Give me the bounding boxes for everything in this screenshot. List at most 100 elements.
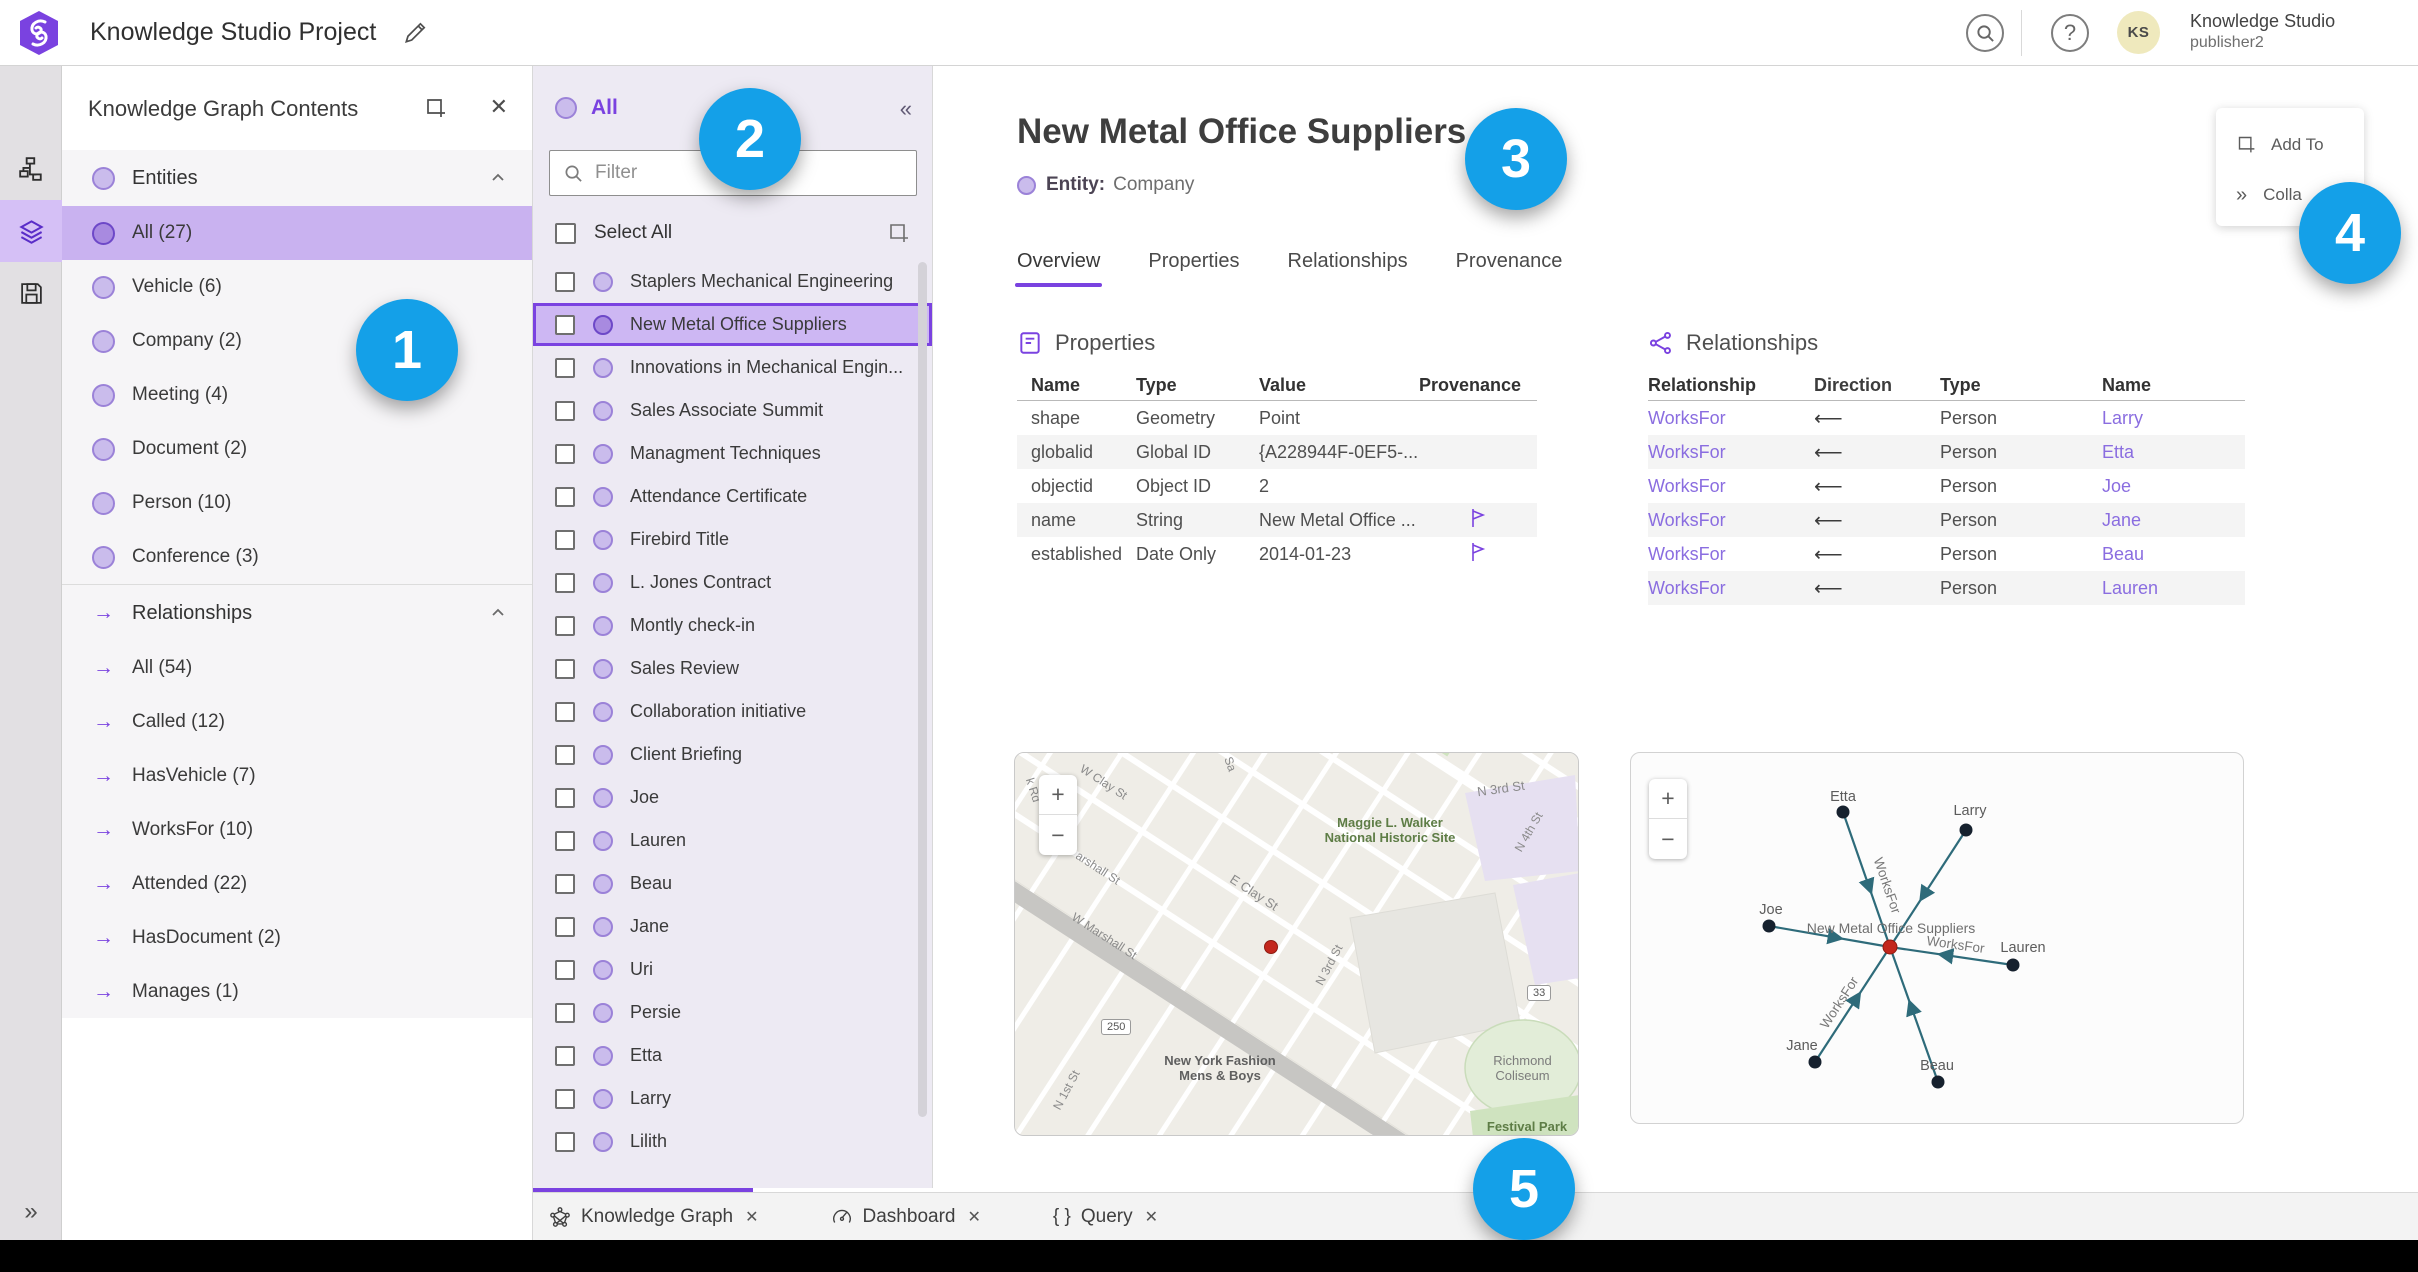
tab-relationships[interactable]: Relationships <box>1288 250 1408 287</box>
collapse-panel-button[interactable]: « <box>900 96 912 122</box>
item-checkbox[interactable] <box>555 615 575 636</box>
sidebar-item-relationship[interactable]: → Called (12) <box>62 695 532 749</box>
relationship-link[interactable]: WorksFor <box>1648 578 1814 599</box>
link-chart[interactable]: WorksFor WorksFor WorksFor Etta Larry Jo… <box>1630 752 2244 1124</box>
sidebar-item-entity[interactable]: Company (2) <box>62 314 532 368</box>
list-item[interactable]: Joe <box>533 776 932 819</box>
entity-link[interactable]: Lauren <box>2102 578 2245 599</box>
item-checkbox[interactable] <box>555 916 575 937</box>
item-checkbox[interactable] <box>555 443 575 464</box>
search-button[interactable] <box>1966 14 2004 52</box>
item-checkbox[interactable] <box>555 529 575 550</box>
list-item[interactable]: Innovations in Mechanical Engin... <box>533 346 932 389</box>
item-checkbox[interactable] <box>555 572 575 593</box>
list-item[interactable]: Staplers Mechanical Engineering <box>533 260 932 303</box>
entities-section-header[interactable]: Entities <box>62 150 532 206</box>
sidebar-item-relationship[interactable]: → HasDocument (2) <box>62 911 532 965</box>
relationships-section-header[interactable]: → Relationships <box>62 585 532 641</box>
list-item[interactable]: Managment Techniques <box>533 432 932 475</box>
tab-dashboard[interactable]: Dashboard ✕ <box>831 1206 981 1228</box>
close-tab-icon[interactable]: ✕ <box>745 1207 758 1227</box>
sidebar-item-relationship[interactable]: → Manages (1) <box>62 965 532 1019</box>
tab-query[interactable]: { } Query ✕ <box>1053 1206 1158 1228</box>
entity-link[interactable]: Larry <box>2102 408 2245 429</box>
list-item[interactable]: Collaboration initiative <box>533 690 932 733</box>
list-item[interactable]: Persie <box>533 991 932 1034</box>
item-checkbox[interactable] <box>555 959 575 980</box>
list-item[interactable]: Larry <box>533 1077 932 1120</box>
item-checkbox[interactable] <box>555 1131 575 1152</box>
zoom-out-button[interactable]: − <box>1649 819 1687 859</box>
sidebar-item-relationship[interactable]: → All (54) <box>62 641 532 695</box>
layers-tool-button[interactable] <box>0 200 62 262</box>
list-item[interactable]: Sales Review <box>533 647 932 690</box>
tab-properties[interactable]: Properties <box>1148 250 1239 287</box>
zoom-in-button[interactable]: + <box>1039 775 1077 815</box>
list-item[interactable]: Client Briefing <box>533 733 932 776</box>
sidebar-item-entity[interactable]: Vehicle (6) <box>62 260 532 314</box>
close-panel-button[interactable]: ✕ <box>490 94 508 120</box>
item-checkbox[interactable] <box>555 658 575 679</box>
expand-rail-button[interactable]: » <box>0 1198 62 1226</box>
item-checkbox[interactable] <box>555 1002 575 1023</box>
provenance-flag-icon[interactable] <box>1469 542 1487 562</box>
item-checkbox[interactable] <box>555 486 575 507</box>
sidebar-item-entity[interactable]: Conference (3) <box>62 530 532 584</box>
list-item[interactable]: Lauren <box>533 819 932 862</box>
sidebar-item-entity[interactable]: Person (10) <box>62 476 532 530</box>
collapse-menu-item[interactable]: » Colla <box>2236 184 2302 206</box>
item-checkbox[interactable] <box>555 271 575 292</box>
list-item[interactable]: Firebird Title <box>533 518 932 561</box>
item-checkbox[interactable] <box>555 314 575 335</box>
item-checkbox[interactable] <box>555 1088 575 1109</box>
item-checkbox[interactable] <box>555 357 575 378</box>
item-checkbox[interactable] <box>555 787 575 808</box>
list-item[interactable]: Uri <box>533 948 932 991</box>
item-checkbox[interactable] <box>555 873 575 894</box>
sidebar-item-relationship[interactable]: → WorksFor (10) <box>62 803 532 857</box>
zoom-out-button[interactable]: − <box>1039 815 1077 855</box>
tab-provenance[interactable]: Provenance <box>1456 250 1563 287</box>
sidebar-item-relationship[interactable]: → Attended (22) <box>62 857 532 911</box>
item-checkbox[interactable] <box>555 830 575 851</box>
sidebar-item-relationship[interactable]: → HasVehicle (7) <box>62 749 532 803</box>
relationship-link[interactable]: WorksFor <box>1648 510 1814 531</box>
list-item[interactable]: Lilith <box>533 1120 932 1163</box>
avatar[interactable]: KS <box>2117 11 2160 54</box>
zoom-in-button[interactable]: + <box>1649 779 1687 819</box>
list-item[interactable]: Attendance Certificate <box>533 475 932 518</box>
list-item[interactable]: Etta <box>533 1034 932 1077</box>
list-item[interactable]: Jane <box>533 905 932 948</box>
add-to-icon[interactable] <box>887 221 911 245</box>
list-item[interactable]: Montly check-in <box>533 604 932 647</box>
help-button[interactable]: ? <box>2051 14 2089 52</box>
add-to-panel-icon[interactable] <box>424 96 448 120</box>
relationship-link[interactable]: WorksFor <box>1648 408 1814 429</box>
list-item[interactable]: L. Jones Contract <box>533 561 932 604</box>
tab-overview[interactable]: Overview <box>1014 250 1103 287</box>
edit-title-icon[interactable] <box>402 20 428 46</box>
sidebar-item-entity[interactable]: All (27) <box>62 206 532 260</box>
provenance-flag-icon[interactable] <box>1469 508 1487 528</box>
entity-link[interactable]: Etta <box>2102 442 2245 463</box>
close-tab-icon[interactable]: ✕ <box>1145 1207 1158 1227</box>
sidebar-item-entity[interactable]: Meeting (4) <box>62 368 532 422</box>
item-checkbox[interactable] <box>555 701 575 722</box>
sidebar-item-entity[interactable]: Document (2) <box>62 422 532 476</box>
geospatial-map[interactable]: + − k Rd W Clay St Sa arshall St W Marsh… <box>1014 752 1579 1136</box>
entity-link[interactable]: Joe <box>2102 476 2245 497</box>
item-checkbox[interactable] <box>555 744 575 765</box>
list-item[interactable]: Sales Associate Summit <box>533 389 932 432</box>
relationship-link[interactable]: WorksFor <box>1648 442 1814 463</box>
hierarchy-tool-button[interactable] <box>0 138 62 200</box>
entity-link[interactable]: Beau <box>2102 544 2245 565</box>
scrollbar[interactable] <box>918 262 927 1117</box>
select-all-checkbox[interactable] <box>555 222 576 244</box>
list-item[interactable]: Beau <box>533 862 932 905</box>
entity-link[interactable]: Jane <box>2102 510 2245 531</box>
list-item[interactable]: New Metal Office Suppliers <box>533 303 932 346</box>
item-checkbox[interactable] <box>555 1045 575 1066</box>
tab-knowledge-graph[interactable]: Knowledge Graph ✕ <box>549 1206 759 1228</box>
item-checkbox[interactable] <box>555 400 575 421</box>
close-tab-icon[interactable]: ✕ <box>967 1207 980 1227</box>
